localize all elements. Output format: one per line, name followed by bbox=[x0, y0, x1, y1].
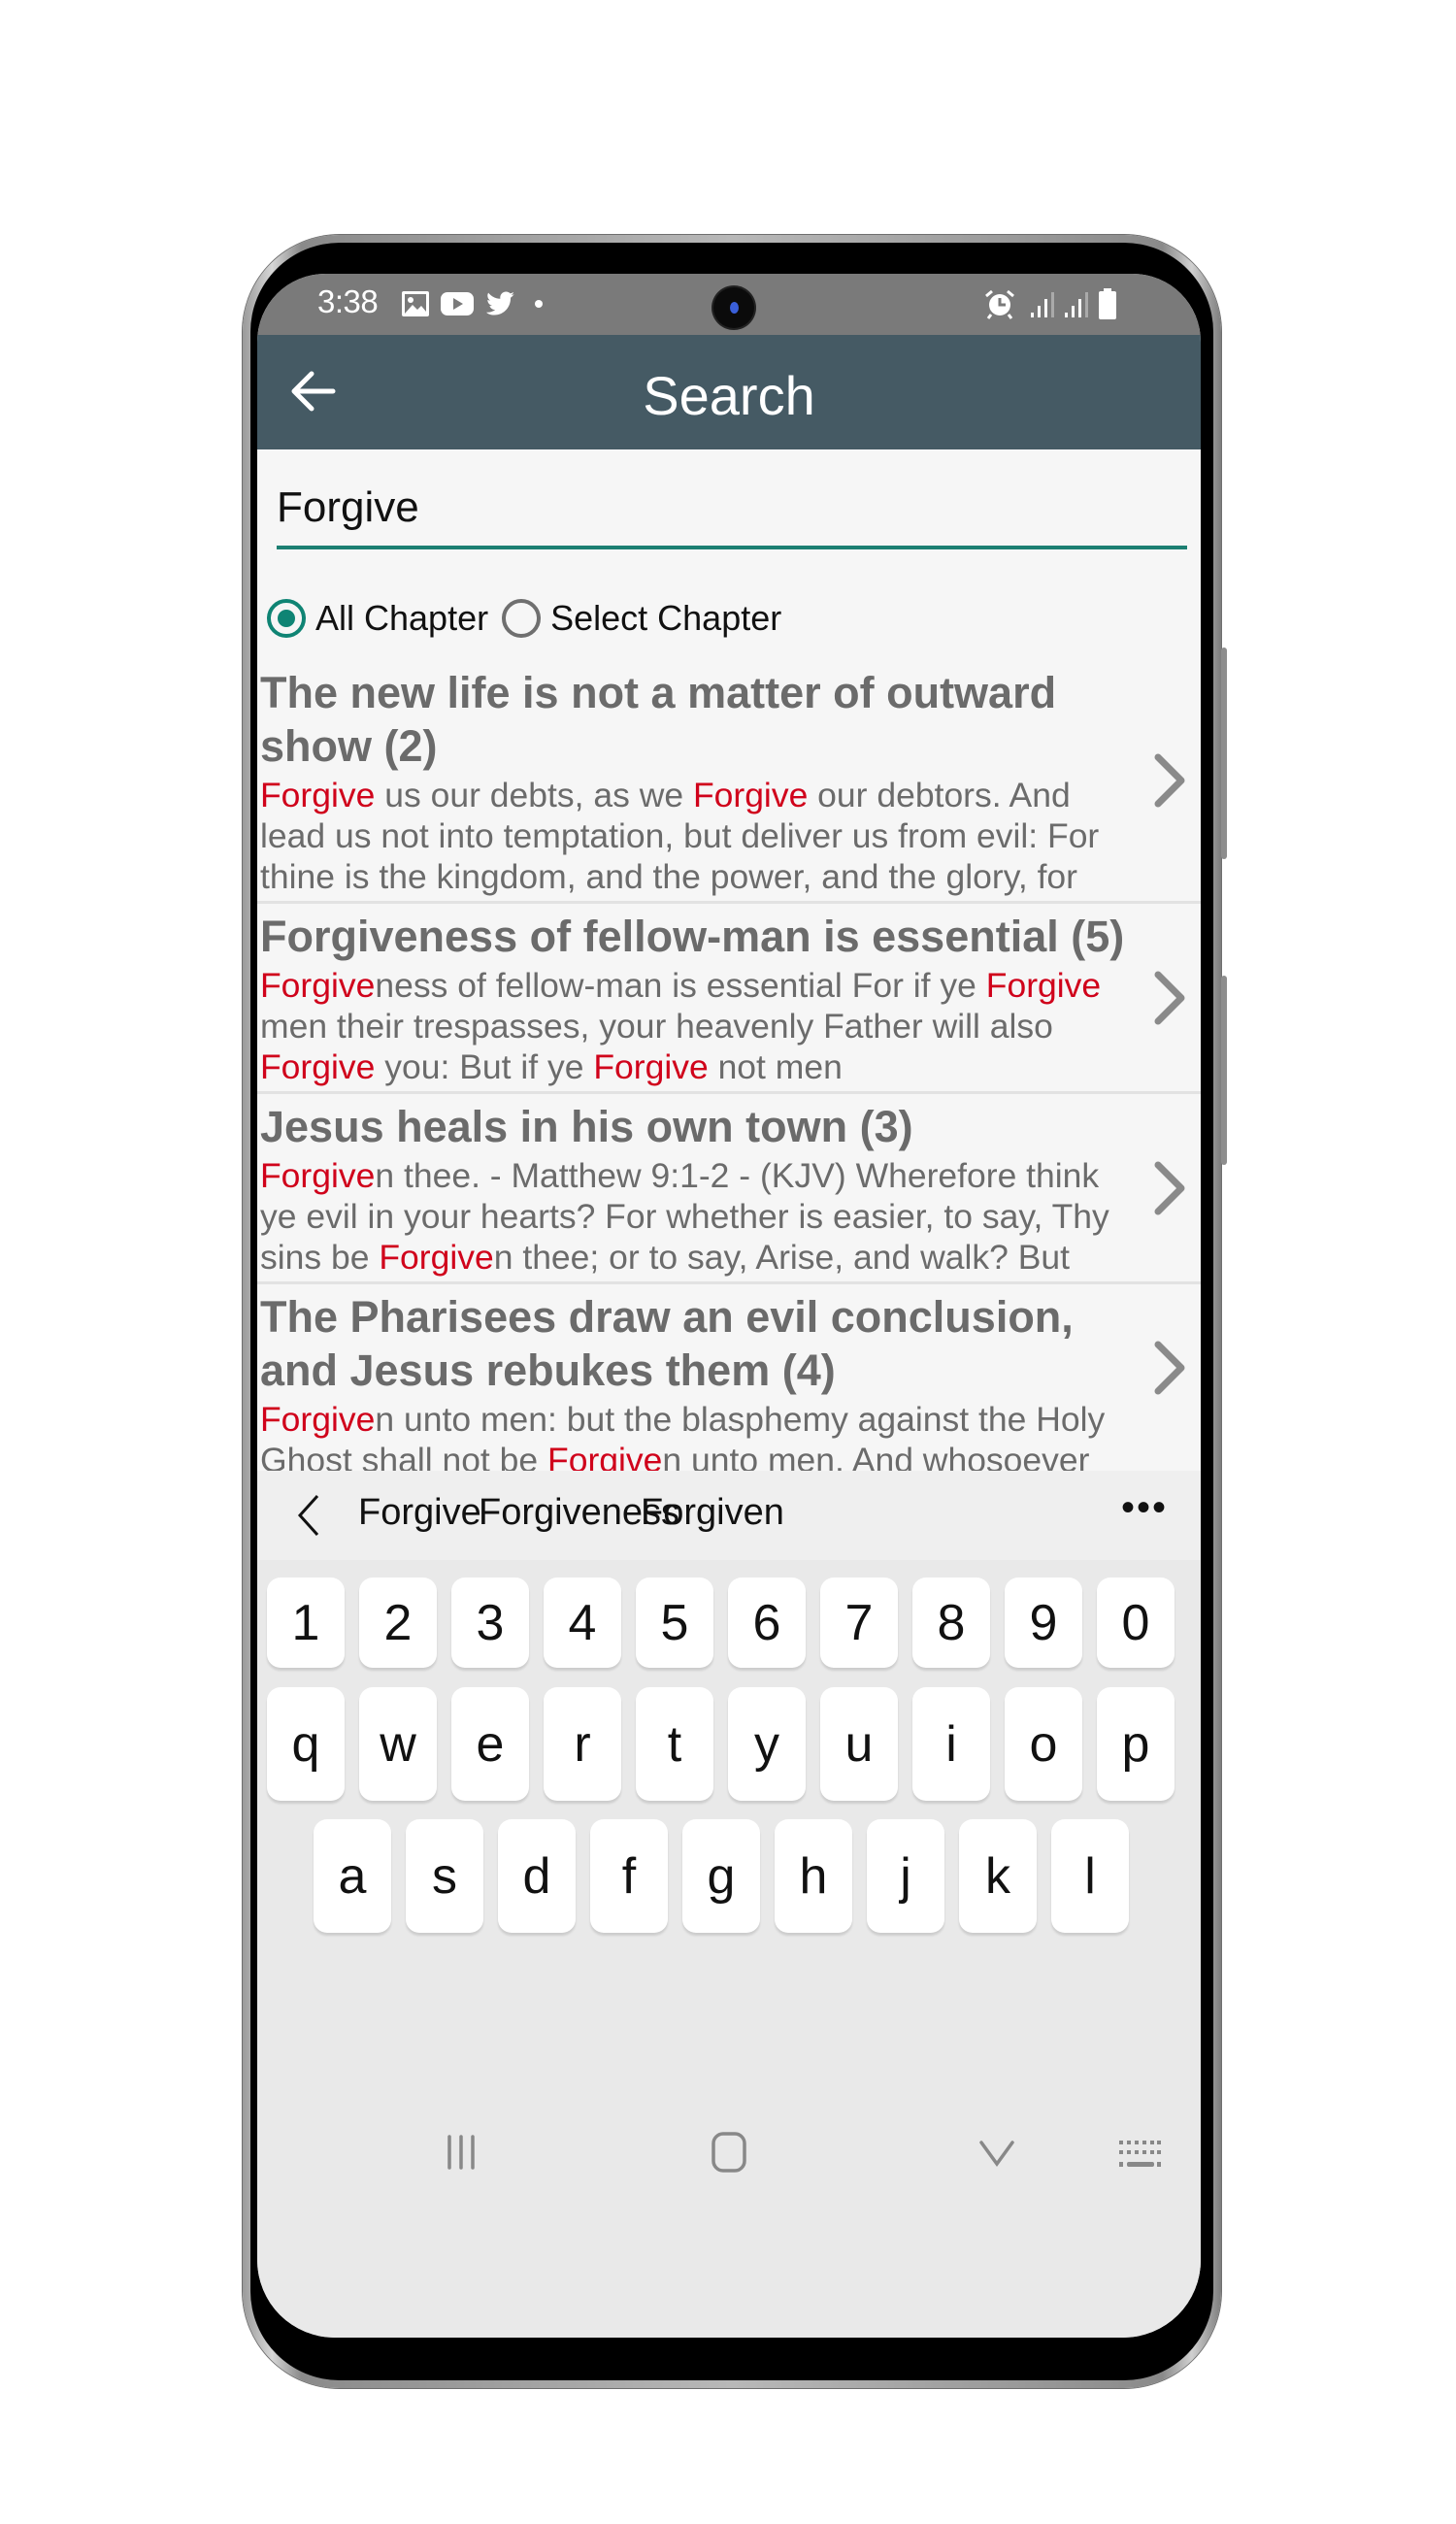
key-8[interactable]: 8 bbox=[912, 1578, 990, 1668]
key-h[interactable]: h bbox=[775, 1819, 852, 1933]
key-1[interactable]: 1 bbox=[267, 1578, 345, 1668]
search-input[interactable]: Forgive bbox=[277, 468, 1187, 549]
alarm-icon bbox=[985, 289, 1014, 319]
chevron-right-icon[interactable] bbox=[1152, 1339, 1187, 1397]
key-q[interactable]: q bbox=[267, 1687, 345, 1801]
result-title: Forgiveness of fellow-man is essential (… bbox=[260, 912, 1125, 961]
keyboard: 1234567890 qwertyuiop asdfghjkl zxcvbnm … bbox=[257, 1560, 1201, 2333]
key-l[interactable]: l bbox=[1051, 1819, 1129, 1933]
key-7[interactable]: 7 bbox=[820, 1578, 898, 1668]
key-3[interactable]: 3 bbox=[451, 1578, 529, 1668]
power-button bbox=[1221, 976, 1227, 1165]
search-input-value[interactable]: Forgive bbox=[277, 483, 419, 532]
result-title: Jesus heals in his own town (3) bbox=[260, 1102, 913, 1151]
result-item[interactable]: Forgiveness of fellow-man is essential (… bbox=[257, 904, 1201, 1094]
highlighted-term: Forgive bbox=[593, 1047, 709, 1086]
more-suggestions-button[interactable]: ••• bbox=[1121, 1486, 1168, 1530]
battery-icon bbox=[1099, 288, 1116, 319]
result-item[interactable]: The Pharisees draw an evil conclusion, a… bbox=[257, 1284, 1201, 1484]
key-p[interactable]: p bbox=[1097, 1687, 1175, 1801]
radio-select-chapter-label[interactable]: Select Chapter bbox=[550, 598, 781, 639]
key-2[interactable]: 2 bbox=[359, 1578, 437, 1668]
snippet-text: us our debts, as we bbox=[375, 776, 693, 814]
key-u[interactable]: u bbox=[820, 1687, 898, 1801]
chevron-right-icon[interactable] bbox=[1152, 1159, 1187, 1217]
screen: 3:38 Search Forgive All Chapter Select C… bbox=[257, 274, 1201, 2338]
key-j[interactable]: j bbox=[867, 1819, 944, 1933]
suggestion-word[interactable]: Forgiven bbox=[641, 1492, 784, 1534]
toolbar: Search bbox=[257, 335, 1201, 449]
youtube-icon bbox=[441, 292, 474, 316]
suggestion-word[interactable]: Forgive bbox=[358, 1492, 481, 1534]
key-5[interactable]: 5 bbox=[636, 1578, 713, 1668]
hide-keyboard-icon[interactable] bbox=[977, 2139, 1016, 2170]
scope-radio-group: All Chapter Select Chapter bbox=[267, 594, 795, 643]
highlighted-term: Forgive bbox=[260, 966, 376, 1005]
highlighted-term: Forgive bbox=[692, 776, 809, 814]
highlighted-term: Forgive bbox=[260, 1047, 376, 1086]
result-item[interactable]: The new life is not a matter of outward … bbox=[257, 660, 1201, 904]
key-6[interactable]: 6 bbox=[728, 1578, 806, 1668]
chevron-left-icon[interactable] bbox=[294, 1492, 323, 1539]
key-d[interactable]: d bbox=[498, 1819, 576, 1933]
signal-icon bbox=[1031, 292, 1054, 317]
radio-all-chapter[interactable] bbox=[267, 599, 306, 638]
status-time: 3:38 bbox=[317, 283, 379, 319]
key-t[interactable]: t bbox=[636, 1687, 713, 1801]
key-a[interactable]: a bbox=[314, 1819, 391, 1933]
highlighted-term: Forgive bbox=[260, 776, 376, 814]
chevron-right-icon[interactable] bbox=[1152, 751, 1187, 810]
radio-select-chapter[interactable] bbox=[502, 599, 542, 638]
keyboard-switch-icon[interactable] bbox=[1117, 2139, 1162, 2172]
suggestion-bar: Forgive Forgiveness Forgiven ••• bbox=[257, 1471, 1201, 1560]
key-f[interactable]: f bbox=[590, 1819, 668, 1933]
radio-all-chapter-label[interactable]: All Chapter bbox=[315, 598, 488, 639]
search-input-underline bbox=[277, 546, 1187, 549]
highlighted-term: Forgive bbox=[260, 1400, 376, 1439]
highlighted-term: Forgive bbox=[985, 966, 1102, 1005]
result-snippet: Forgiven unto men: but the blasphemy aga… bbox=[260, 1399, 1133, 1480]
result-snippet: Forgive us our debts, as we Forgive our … bbox=[260, 775, 1133, 897]
key-4[interactable]: 4 bbox=[544, 1578, 621, 1668]
status-bar: 3:38 bbox=[257, 274, 1201, 335]
key-r[interactable]: r bbox=[544, 1687, 621, 1801]
results-list: The new life is not a matter of outward … bbox=[257, 660, 1201, 1484]
front-camera bbox=[713, 287, 754, 328]
result-item[interactable]: Jesus heals in his own town (3) Forgiven… bbox=[257, 1094, 1201, 1284]
snippet-text: not men bbox=[708, 1047, 843, 1086]
key-o[interactable]: o bbox=[1005, 1687, 1082, 1801]
key-e[interactable]: e bbox=[451, 1687, 529, 1801]
key-k[interactable]: k bbox=[959, 1819, 1037, 1933]
signal-icon bbox=[1065, 292, 1088, 317]
result-title: The Pharisees draw an evil conclusion, a… bbox=[260, 1292, 1074, 1395]
snippet-text: ness of fellow-man is essential For if y… bbox=[375, 966, 986, 1005]
highlighted-term: Forgive bbox=[260, 1156, 376, 1195]
snippet-text: men their trespasses, your heavenly Fath… bbox=[260, 1007, 1053, 1046]
result-snippet: Forgiven thee. - Matthew 9:1-2 - (KJV) W… bbox=[260, 1155, 1133, 1278]
page-title: Search bbox=[643, 365, 815, 426]
key-y[interactable]: y bbox=[728, 1687, 806, 1801]
home-icon[interactable] bbox=[710, 2131, 748, 2174]
result-title: The new life is not a matter of outward … bbox=[260, 668, 1057, 771]
recents-icon[interactable] bbox=[442, 2133, 480, 2172]
twitter-icon bbox=[486, 291, 514, 316]
highlighted-term: Forgive bbox=[379, 1238, 494, 1277]
volume-button bbox=[1221, 648, 1227, 859]
result-snippet: Forgiveness of fellow-man is essential F… bbox=[260, 965, 1133, 1087]
key-0[interactable]: 0 bbox=[1097, 1578, 1175, 1668]
notification-dot-icon bbox=[535, 300, 543, 308]
navigation-bar bbox=[257, 2055, 1201, 2338]
key-i[interactable]: i bbox=[912, 1687, 990, 1801]
key-g[interactable]: g bbox=[682, 1819, 760, 1933]
gallery-icon bbox=[402, 291, 429, 316]
key-s[interactable]: s bbox=[406, 1819, 483, 1933]
chevron-right-icon[interactable] bbox=[1152, 969, 1187, 1027]
snippet-text: you: But if ye bbox=[375, 1047, 594, 1086]
key-w[interactable]: w bbox=[359, 1687, 437, 1801]
key-9[interactable]: 9 bbox=[1005, 1578, 1082, 1668]
